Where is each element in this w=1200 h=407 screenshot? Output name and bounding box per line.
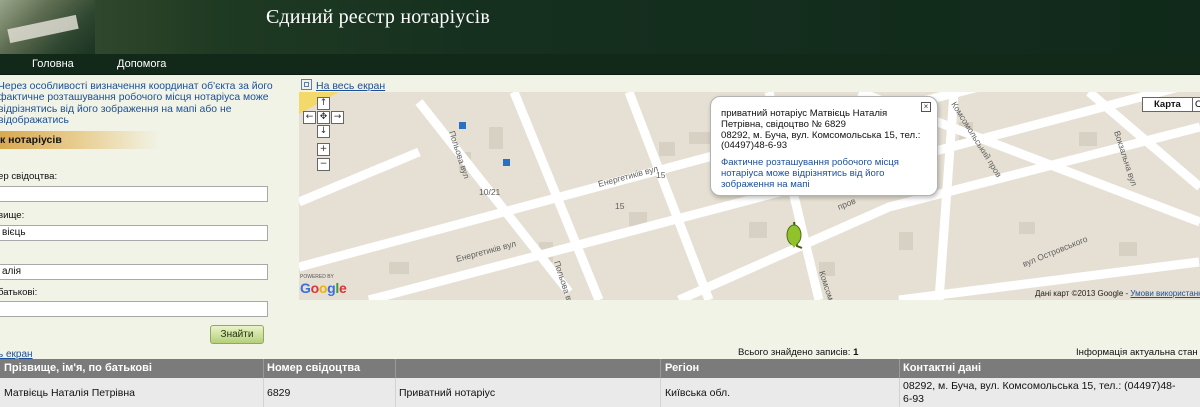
table-row[interactable]: Матвієць Наталія Петрівна 6829 Приватний…	[0, 378, 1200, 407]
zoom-out-icon[interactable]: −	[317, 158, 330, 171]
pan-down-icon[interactable]: ↓	[317, 125, 330, 138]
cert-number-input[interactable]	[0, 186, 268, 202]
row-contact-line1: 08292, м. Буча, вул. Комсомольська 15, т…	[903, 380, 1176, 392]
results-count-label: Всього знайдено записів:	[738, 347, 851, 358]
pan-right-icon[interactable]: →	[331, 111, 344, 124]
page-title: Єдиний реєстр нотаріусів	[266, 6, 491, 28]
row-contact-line2: 6-93	[903, 393, 925, 405]
search-button[interactable]: Знайти	[210, 325, 264, 344]
popup-notary: приватний нотаріус Матвієць Наталія Петр…	[721, 108, 888, 130]
popup-contacts: 08292, м. Буча, вул. Комсомольська 15, т…	[721, 129, 921, 152]
nav-help-link[interactable]: Допомога	[117, 58, 166, 70]
zoom-in-icon[interactable]: +	[317, 143, 330, 156]
results-count: Всього знайдено записів: 1	[738, 347, 858, 358]
surname-label: вище:	[0, 210, 25, 221]
col-name-header[interactable]: Прізвище, ім'я, по батькові	[4, 362, 152, 374]
nav-home-link[interactable]: Головна	[32, 58, 74, 70]
map-fullscreen-link[interactable]: На весь екран	[301, 79, 385, 92]
map-type-button[interactable]: Карта	[1142, 97, 1193, 112]
header-photo	[0, 0, 95, 54]
pan-left-icon[interactable]: ←	[303, 111, 316, 124]
surname-input[interactable]: вієць	[0, 225, 268, 241]
map-fullscreen-label: На весь екран	[316, 80, 386, 92]
terms-link[interactable]: Умови використання	[1130, 289, 1200, 298]
popup-note: Фактичне розташування робочого місця нот…	[721, 157, 899, 190]
cert-number-label: ер свідоцтва:	[0, 171, 58, 182]
close-icon[interactable]: ×	[921, 102, 931, 112]
main-nav: Головна Допомога	[0, 54, 1200, 75]
google-logo[interactable]: POWERED BY Google	[300, 275, 347, 298]
satellite-type-button[interactable]: С	[1192, 97, 1200, 112]
col-cert-header[interactable]: Номер свідоцтва	[267, 362, 360, 374]
popup-details: приватний нотаріус Матвієць Наталія Петр…	[721, 108, 921, 152]
google-wordmark: Google	[300, 280, 347, 296]
house-number: 15	[656, 170, 666, 180]
patronymic-input[interactable]	[0, 301, 268, 317]
house-number: 15	[615, 201, 625, 211]
map-view[interactable]: Польова вул Енергетиків вул Енергетиків …	[299, 92, 1200, 300]
site-header: Єдиний реєстр нотаріусів	[0, 0, 1200, 54]
pan-center-icon[interactable]: ✥	[317, 111, 330, 124]
first-name-input[interactable]: алія	[0, 264, 268, 280]
row-cert: 6829	[267, 387, 291, 399]
row-region: Київська обл.	[665, 387, 731, 399]
results-table-header: Прізвище, ім'я, по батькові Номер свідоц…	[0, 359, 1200, 378]
data-actuality-info: Інформація актуальна стан	[1076, 347, 1198, 358]
map-notice: Через особливості визначення координат о…	[0, 81, 273, 127]
map-credit-text: Дані карт ©2013 Google -	[1035, 289, 1131, 298]
pan-up-icon[interactable]: ↑	[317, 97, 330, 110]
patronymic-label: батькові:	[0, 287, 38, 298]
house-number: 10/21	[479, 187, 501, 197]
row-name: Матвієць Наталія Петрівна	[4, 387, 135, 399]
map-credit: Дані карт ©2013 Google - Умови використа…	[1035, 289, 1200, 298]
search-panel-title: к нотаріусів	[0, 131, 160, 149]
results-count-value: 1	[853, 347, 859, 358]
row-type: Приватний нотаріус	[399, 387, 496, 399]
col-region-header[interactable]: Регіон	[665, 362, 699, 374]
col-contact-header[interactable]: Контактні дані	[903, 362, 981, 374]
info-popup: × приватний нотаріус Матвієць Наталія Пе…	[710, 96, 938, 196]
fullscreen-icon	[301, 79, 312, 90]
